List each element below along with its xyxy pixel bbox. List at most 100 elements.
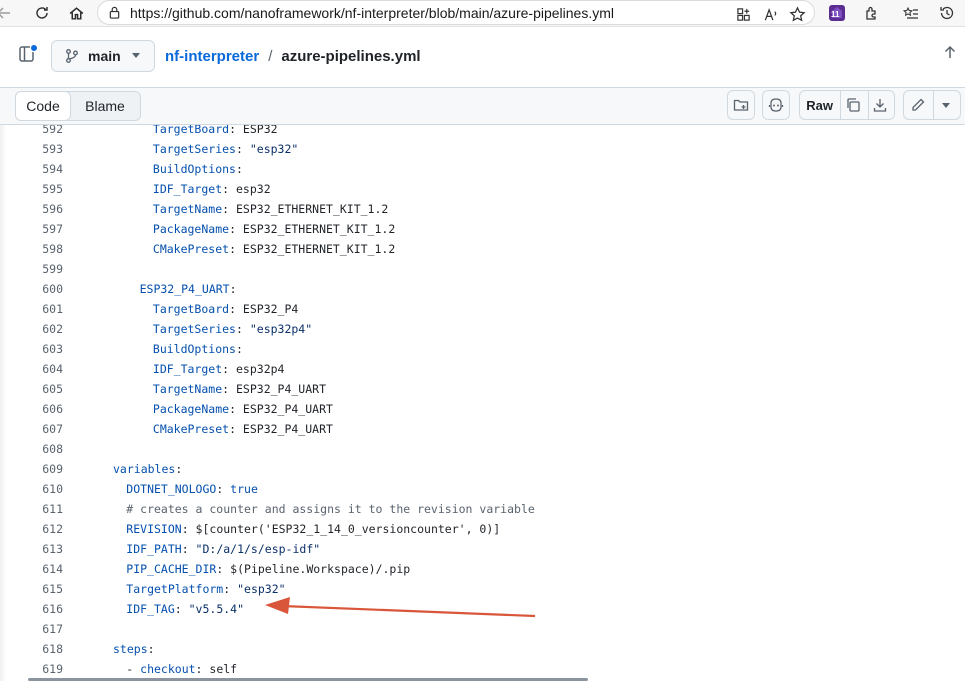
copilot-button[interactable] [762,90,790,120]
lock-icon [109,6,120,19]
line-number[interactable]: 601 [0,299,63,319]
line-number[interactable]: 612 [0,519,63,539]
code-text: variables: [113,462,183,476]
download-icon [874,99,887,112]
code-text: # creates a counter and assigns it to th… [126,499,535,519]
code-line: 599 [0,259,965,279]
download-raw-button[interactable] [867,97,894,113]
code-line: 617 [0,619,965,639]
copy-raw-button[interactable] [839,97,866,113]
line-number[interactable]: 610 [0,479,63,499]
code-text: TargetBoard: ESP32_P4 [152,302,299,316]
extensions-icon[interactable] [862,3,882,23]
page-edge-shadow [0,125,6,681]
yaml-value: esp32p4 [236,362,285,376]
line-number[interactable]: 618 [0,639,63,659]
git-branch-icon [66,49,78,63]
code-text: TargetSeries: "esp32" [152,142,299,156]
app-grid-icon[interactable] [734,5,752,23]
yaml-key: DOTNET_NOLOGO [126,482,217,496]
code-text: TargetSeries: "esp32p4" [152,322,313,336]
history-icon[interactable] [937,3,957,23]
code-text: REVISION: $[counter('ESP32_1_14_0_versio… [126,522,501,536]
yaml-key: PackageName [152,222,230,236]
code-line: 610 DOTNET_NOLOGO: true [0,479,965,499]
scroll-to-top-icon[interactable] [943,45,965,67]
line-number[interactable]: 600 [0,279,63,299]
favorites-list-icon[interactable] [901,3,921,23]
line-number[interactable]: 602 [0,319,63,339]
sidebar-toggle-button[interactable] [17,43,43,69]
yaml-key: TargetName [152,382,223,396]
yaml-value: $[counter('ESP32_1_14_0_versioncounter',… [195,522,501,536]
line-number[interactable]: 614 [0,559,63,579]
yaml-key: TargetName [152,202,223,216]
copy-icon [847,98,860,112]
breadcrumb-repo-link[interactable]: nf-interpreter [165,48,259,65]
line-number[interactable]: 594 [0,159,63,179]
yaml-value: esp32 [236,182,271,196]
raw-button[interactable]: Raw [800,98,839,113]
yaml-key: steps [113,642,148,656]
code-line: 595 IDF_Target: esp32 [0,179,965,199]
code-text: PIP_CACHE_DIR: $(Pipeline.Workspace)/.pi… [126,562,411,576]
branch-selector-button[interactable]: main [51,40,155,72]
address-bar[interactable]: https://github.com/nanoframework/nf-inte… [97,0,815,25]
home-icon[interactable] [66,3,86,23]
tab-code[interactable]: Code [15,91,71,121]
view-mode-segmented-control: Code Blame [15,91,141,121]
profile-badge-count: 11 [831,10,840,19]
url-text: https://github.com/nanoframework/nf-inte… [130,5,615,21]
line-number[interactable]: 592 [0,125,63,139]
code-line: 600 ESP32_P4_UART: [0,279,965,299]
line-number[interactable]: 593 [0,139,63,159]
code-text: CMakePreset: ESP32_P4_UART [152,422,333,436]
code-text: CMakePreset: ESP32_ETHERNET_KIT_1.2 [152,242,396,256]
line-number[interactable]: 609 [0,459,63,479]
code-line: 607 CMakePreset: ESP32_P4_UART [0,419,965,439]
line-number[interactable]: 615 [0,579,63,599]
yaml-key: TargetBoard [152,125,230,136]
line-number[interactable]: 619 [0,659,63,679]
edit-options-dropdown[interactable] [932,102,960,108]
line-number[interactable]: 611 [0,499,63,519]
copilot-workspace-button[interactable] [727,90,755,120]
line-number[interactable]: 595 [0,179,63,199]
line-number[interactable]: 607 [0,419,63,439]
line-number[interactable]: 598 [0,239,63,259]
code-line: 614 PIP_CACHE_DIR: $(Pipeline.Workspace)/… [0,559,965,579]
edit-file-button[interactable] [904,97,932,113]
refresh-icon[interactable] [32,3,52,23]
line-number[interactable]: 605 [0,379,63,399]
line-number[interactable]: 617 [0,619,63,639]
line-number[interactable]: 596 [0,199,63,219]
yaml-value: ESP32_P4 [242,302,299,316]
yaml-key: variables [113,462,176,476]
code-text: - checkout: self [126,662,238,676]
yaml-value: "v5.5.4" [188,602,245,616]
line-number[interactable]: 599 [0,259,63,279]
line-number[interactable]: 597 [0,219,63,239]
code-text: DOTNET_NOLOGO: true [126,482,258,496]
yaml-key: PackageName [152,402,230,416]
yaml-key: REVISION [126,522,182,536]
profile-badge-icon[interactable]: 11 [826,2,848,24]
yaml-value: ESP32_ETHERNET_KIT_1.2 [242,222,396,236]
code-line: 594 BuildOptions: [0,159,965,179]
line-number[interactable]: 604 [0,359,63,379]
line-number[interactable]: 613 [0,539,63,559]
code-text: TargetBoard: ESP32 [153,125,278,139]
favorite-star-icon[interactable] [788,5,806,23]
line-number[interactable]: 603 [0,339,63,359]
divider [840,91,841,119]
back-arrow-icon[interactable] [0,3,14,23]
line-number[interactable]: 616 [0,599,63,619]
line-number[interactable]: 606 [0,399,63,419]
code-text: steps: [113,642,155,656]
yaml-value: $(Pipeline.Workspace)/.pip [230,562,411,576]
line-number[interactable]: 608 [0,439,63,459]
tab-blame[interactable]: Blame [71,92,139,120]
breadcrumb-separator: / [268,48,273,65]
code-line: 596 TargetName: ESP32_ETHERNET_KIT_1.2 [0,199,965,219]
read-aloud-icon[interactable] [762,5,780,23]
